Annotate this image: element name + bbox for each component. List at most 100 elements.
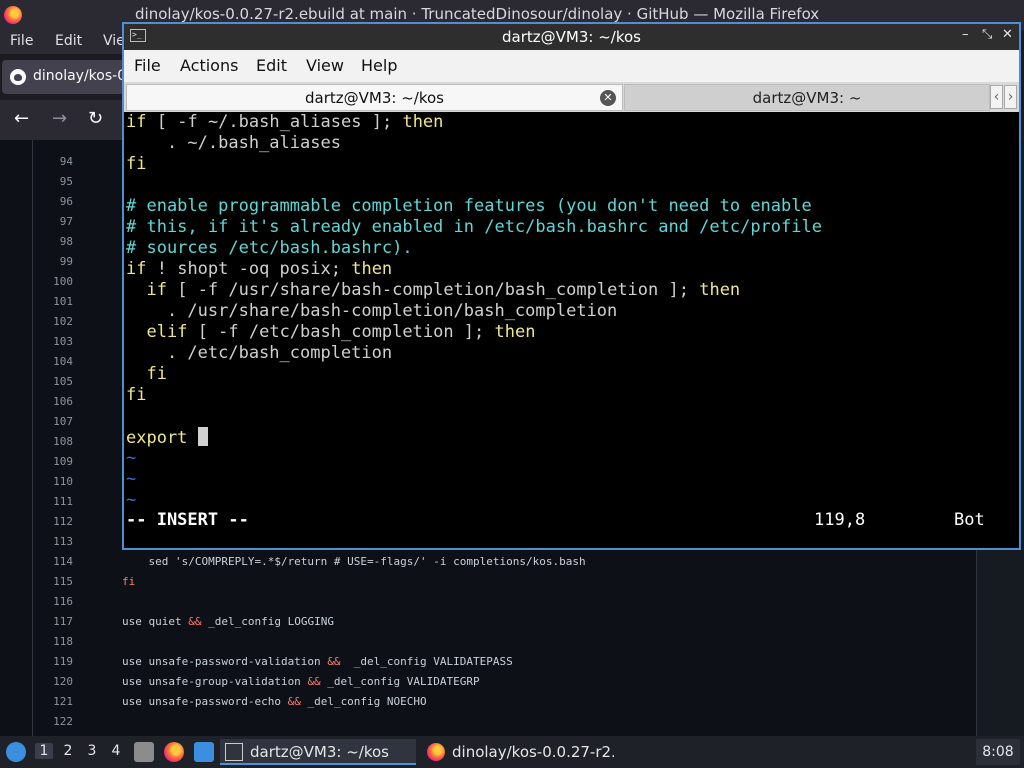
tab-scroll-right-icon[interactable]: › — [1004, 85, 1017, 109]
vim-line: if [ -f /usr/share/bash-completion/bash_… — [146, 280, 741, 300]
vim-editor[interactable]: if [ -f ~/.bash_aliases ]; then . ~/.bas… — [124, 112, 1019, 548]
vim-line: fi — [126, 154, 147, 174]
vim-line: fi — [126, 385, 147, 405]
vim-empty-line-marker: ~ — [126, 469, 137, 489]
code-line-number[interactable]: 94 — [40, 155, 73, 168]
code-line-number[interactable]: 120 — [40, 675, 73, 688]
taskbar: 1 2 3 4 dartz@VM3: ~/kos dinolay/kos-0.0… — [0, 736, 1024, 768]
code-line-number[interactable]: 99 — [40, 255, 73, 268]
vim-comment-line: # this, if it's already enabled in /etc/… — [126, 217, 822, 237]
code-line: use unsafe-group-validation && _del_conf… — [122, 675, 480, 688]
firefox-tabstrip: dinolay/kos-0 — [0, 56, 130, 98]
code-line-number[interactable]: 122 — [40, 715, 73, 728]
terminal-window-title: dartz@VM3: ~/kos — [502, 28, 641, 46]
start-menu-icon[interactable] — [6, 742, 26, 762]
terminal-menu-view[interactable]: View — [306, 56, 344, 75]
minimize-icon[interactable]: – — [962, 27, 969, 42]
maximize-icon[interactable]: ⤡ — [982, 27, 992, 42]
code-line: use unsafe-password-echo && _del_config … — [122, 695, 427, 708]
code-line-number[interactable]: 96 — [40, 195, 73, 208]
vim-line: if ! shopt -oq posix; then — [126, 259, 393, 279]
firefox-window-title: dinolay/kos-0.0.27-r2.ebuild at main · T… — [135, 5, 820, 23]
terminal-titlebar: >_ dartz@VM3: ~/kos – ⤡ ✕ — [124, 24, 1019, 50]
taskbar-task-terminal[interactable]: dartz@VM3: ~/kos — [220, 739, 416, 765]
vim-comment-line: # sources /etc/bash.bashrc). — [126, 238, 413, 258]
code-line-number[interactable]: 95 — [40, 175, 73, 188]
firefox-icon — [4, 6, 22, 24]
file-tree-divider — [32, 140, 33, 736]
code-line-number[interactable]: 105 — [40, 375, 73, 388]
firefox-menu-edit[interactable]: Edit — [55, 33, 82, 49]
code-line-number[interactable]: 111 — [40, 495, 73, 508]
workspace-3[interactable]: 3 — [83, 743, 101, 759]
code-line-number[interactable]: 119 — [40, 655, 73, 668]
firefox-menu-file[interactable]: File — [10, 33, 33, 49]
vim-empty-line-marker: ~ — [126, 448, 137, 468]
reload-icon[interactable]: ↻ — [88, 108, 103, 129]
code-line-number[interactable]: 97 — [40, 215, 73, 228]
code-line-number[interactable]: 98 — [40, 235, 73, 248]
code-line-number[interactable]: 117 — [40, 615, 73, 628]
vim-line: . ~/.bash_aliases — [126, 133, 341, 153]
code-line-number[interactable]: 115 — [40, 575, 73, 588]
code-line-number[interactable]: 100 — [40, 275, 73, 288]
tab-scroll-left-icon[interactable]: ‹ — [990, 85, 1003, 109]
close-icon[interactable]: ✕ — [1002, 27, 1013, 42]
github-icon — [10, 69, 26, 85]
code-line-number[interactable]: 107 — [40, 415, 73, 428]
firefox-menubar: File Edit Vie — [0, 30, 130, 54]
code-line-number[interactable]: 104 — [40, 355, 73, 368]
firefox-tab-label: dinolay/kos-0 — [33, 68, 127, 84]
terminal-menu-file[interactable]: File — [134, 56, 161, 75]
vim-line: . /etc/bash_completion — [126, 343, 393, 363]
code-line-number[interactable]: 103 — [40, 335, 73, 348]
code-line-number[interactable]: 109 — [40, 455, 73, 468]
terminal-tab-home[interactable]: dartz@VM3: ~ — [624, 84, 990, 111]
firefox-navbar: ← → ↻ — [0, 100, 130, 140]
workspace-4[interactable]: 4 — [107, 743, 125, 759]
terminal-tab-kos[interactable]: dartz@VM3: ~/kos ✕ — [126, 84, 623, 111]
taskbar-task-label: dartz@VM3: ~/kos — [250, 743, 389, 761]
firefox-tab-github[interactable]: dinolay/kos-0 — [2, 60, 128, 94]
terminal-menu-actions[interactable]: Actions — [180, 56, 238, 75]
code-line-number[interactable]: 112 — [40, 515, 73, 528]
vim-statusline: -- INSERT -- 119,8 Bot — [126, 510, 1016, 531]
terminal-menu-help[interactable]: Help — [361, 56, 397, 75]
file-manager-icon[interactable] — [134, 742, 154, 762]
workspace-1[interactable]: 1 — [35, 743, 53, 759]
back-arrow-icon[interactable]: ← — [14, 108, 29, 129]
desktop-icon[interactable] — [194, 742, 214, 762]
code-line-number[interactable]: 110 — [40, 475, 73, 488]
code-line-number[interactable]: 102 — [40, 315, 73, 328]
code-line-number[interactable]: 118 — [40, 635, 73, 648]
terminal-tabbar: dartz@VM3: ~/kos ✕ dartz@VM3: ~ ‹ › — [124, 82, 1019, 112]
code-line-number[interactable]: 116 — [40, 595, 73, 608]
code-line-number[interactable]: 121 — [40, 695, 73, 708]
terminal-window: >_ dartz@VM3: ~/kos – ⤡ ✕ File Actions E… — [122, 22, 1021, 550]
vim-line: if [ -f ~/.bash_aliases ]; then — [126, 112, 444, 132]
firefox-icon — [427, 743, 445, 761]
firefox-launcher-icon[interactable] — [164, 742, 184, 762]
vim-scroll-position: Bot — [954, 510, 985, 530]
code-line-number[interactable]: 101 — [40, 295, 73, 308]
vim-line: . /usr/share/bash-completion/bash_comple… — [126, 301, 618, 321]
terminal-tab-label: dartz@VM3: ~ — [752, 89, 862, 107]
vim-line: elif [ -f /etc/bash_completion ]; then — [146, 322, 536, 342]
tab-close-icon[interactable]: ✕ — [600, 90, 616, 106]
terminal-menu-edit[interactable]: Edit — [256, 56, 287, 75]
taskbar-task-firefox[interactable]: dinolay/kos-0.0.27-r2.... — [422, 739, 614, 765]
vim-cursor-position: 119,8 — [814, 510, 866, 530]
terminal-menubar: File Actions Edit View Help — [124, 50, 1019, 82]
terminal-tab-label: dartz@VM3: ~/kos — [305, 89, 444, 107]
terminal-icon — [225, 743, 243, 761]
vim-line: fi — [126, 364, 167, 384]
code-line-number[interactable]: 114 — [40, 555, 73, 568]
forward-arrow-icon[interactable]: → — [52, 108, 67, 129]
code-line: fi — [122, 575, 136, 588]
code-line-number[interactable]: 113 — [40, 535, 73, 548]
code-line-number[interactable]: 106 — [40, 395, 73, 408]
vim-current-line: export — [126, 427, 208, 448]
code-line-number[interactable]: 108 — [40, 435, 73, 448]
workspace-2[interactable]: 2 — [59, 743, 77, 759]
clock[interactable]: 8:08 — [976, 739, 1020, 765]
